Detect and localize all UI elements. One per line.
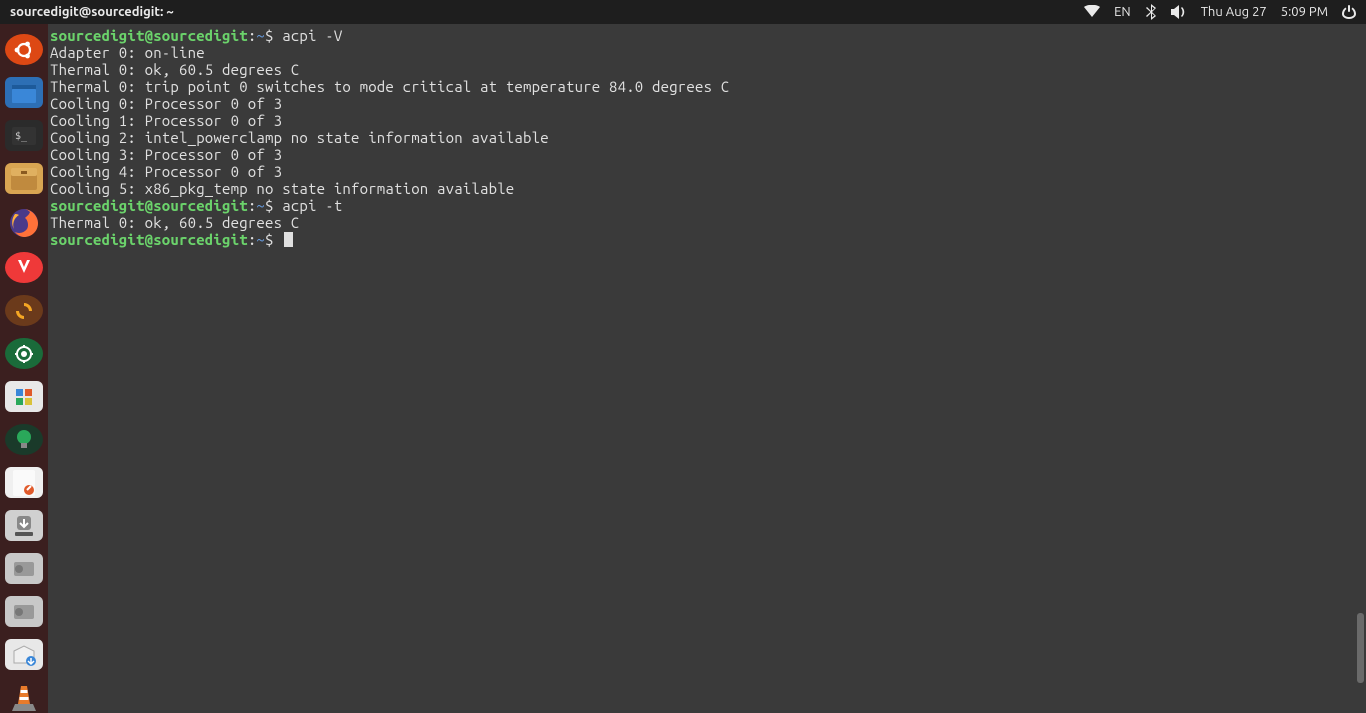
lightbulb-app-icon[interactable] <box>5 424 43 455</box>
prompt-user-host: sourcedigit@sourcedigit <box>50 27 248 44</box>
prompt-path: ~ <box>256 231 265 248</box>
ubuntu-launcher-icon[interactable] <box>5 34 43 65</box>
terminal-output-line: Thermal 0: ok, 60.5 degrees C <box>50 214 1364 231</box>
scrollbar-thumb[interactable] <box>1357 613 1364 683</box>
terminal-icon[interactable]: $_ <box>5 120 43 151</box>
terminal-output-line: Cooling 1: Processor 0 of 3 <box>50 112 1364 129</box>
firefox-icon[interactable] <box>5 206 43 240</box>
terminal-output-line: Thermal 0: trip point 0 switches to mode… <box>50 78 1364 95</box>
vlc-icon[interactable] <box>5 682 43 713</box>
terminal-command: acpi -V <box>282 27 342 44</box>
downloads-icon[interactable] <box>5 510 43 541</box>
prompt-symbol: $ <box>265 231 282 248</box>
archive-manager-icon[interactable] <box>5 163 43 194</box>
terminal-line: sourcedigit@sourcedigit:~$ acpi -V <box>50 27 1364 44</box>
terminal-output-line: Cooling 4: Processor 0 of 3 <box>50 163 1364 180</box>
vivaldi-icon[interactable] <box>5 252 43 283</box>
terminal-window[interactable]: sourcedigit@sourcedigit:~$ acpi -VAdapte… <box>48 24 1366 713</box>
svg-text:$_: $_ <box>15 131 28 142</box>
terminal-line: sourcedigit@sourcedigit:~$ <box>50 231 1364 248</box>
window-title: sourcedigit@sourcedigit: ~ <box>10 5 174 19</box>
prompt-symbol: $ <box>265 27 282 44</box>
screenshot-icon[interactable] <box>5 338 43 369</box>
software-center-icon[interactable] <box>5 639 43 670</box>
files-icon[interactable] <box>5 77 43 108</box>
sync-app-icon[interactable] <box>5 295 43 326</box>
clock-date[interactable]: Thu Aug 27 <box>1201 5 1267 19</box>
prompt-symbol: $ <box>265 197 282 214</box>
terminal-output-line: Cooling 0: Processor 0 of 3 <box>50 95 1364 112</box>
top-panel: sourcedigit@sourcedigit: ~ EN Thu Aug 27… <box>0 0 1366 24</box>
terminal-output-line: Cooling 3: Processor 0 of 3 <box>50 146 1364 163</box>
terminal-output-line: Cooling 5: x86_pkg_temp no state informa… <box>50 180 1364 197</box>
clock-time[interactable]: 5:09 PM <box>1281 5 1328 19</box>
prompt-path: ~ <box>256 197 265 214</box>
prompt-user-host: sourcedigit@sourcedigit <box>50 197 248 214</box>
prompt-path: ~ <box>256 27 265 44</box>
prompt-user-host: sourcedigit@sourcedigit <box>50 231 248 248</box>
volume-icon[interactable] <box>1171 5 1187 19</box>
wifi-icon[interactable] <box>1084 5 1100 19</box>
power-icon[interactable] <box>1342 5 1356 19</box>
disk-utility-2-icon[interactable] <box>5 596 43 627</box>
settings-tool-icon[interactable] <box>5 381 43 412</box>
terminal-output-line: Thermal 0: ok, 60.5 degrees C <box>50 61 1364 78</box>
dock: $_ <box>0 24 48 713</box>
terminal-line: sourcedigit@sourcedigit:~$ acpi -t <box>50 197 1364 214</box>
notes-app-icon[interactable] <box>5 467 43 498</box>
disk-utility-1-icon[interactable] <box>5 553 43 584</box>
terminal-command: acpi -t <box>282 197 342 214</box>
terminal-cursor <box>284 232 293 247</box>
terminal-output-line: Cooling 2: intel_powerclamp no state inf… <box>50 129 1364 146</box>
bluetooth-icon[interactable] <box>1145 4 1157 20</box>
language-indicator[interactable]: EN <box>1114 5 1131 19</box>
terminal-output-line: Adapter 0: on-line <box>50 44 1364 61</box>
status-area: EN Thu Aug 27 5:09 PM <box>1084 4 1356 20</box>
